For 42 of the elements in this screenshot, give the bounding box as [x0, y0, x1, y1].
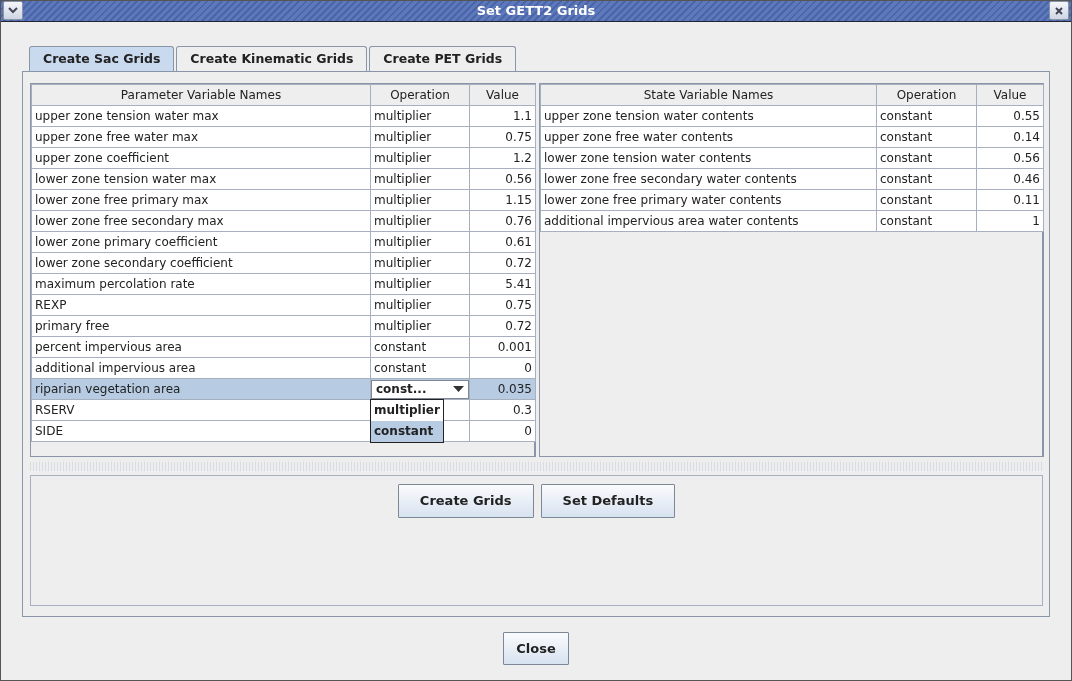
table-cell: riparian vegetation area	[31, 378, 371, 400]
table-cell: upper zone coefficient	[31, 147, 371, 169]
table-cell: percent impervious area	[31, 336, 371, 358]
table-cell: upper zone free water contents	[540, 126, 877, 148]
column-header[interactable]: Operation	[876, 84, 977, 106]
tab[interactable]: Create PET Grids	[369, 45, 517, 72]
window-menu-button[interactable]	[3, 1, 23, 21]
column-header[interactable]: Parameter Variable Names	[31, 84, 371, 106]
table-cell: lower zone tension water max	[31, 168, 371, 190]
close-button[interactable]	[1049, 1, 1069, 21]
table-cell: additional impervious area	[31, 357, 371, 379]
table-cell: maximum percolation rate	[31, 273, 371, 295]
column-header[interactable]: Value	[469, 84, 536, 106]
table-cell: upper zone tension water contents	[540, 105, 877, 127]
tab[interactable]: Create Sac Grids	[29, 45, 175, 72]
table-cell: lower zone free secondary max	[31, 210, 371, 232]
table-cell: lower zone free primary water contents	[540, 189, 877, 211]
column-header[interactable]: State Variable Names	[540, 84, 877, 106]
table-cell: lower zone free secondary water contents	[540, 168, 877, 190]
table-cell: upper zone free water max	[31, 126, 371, 148]
action-button[interactable]: Set Defaults	[540, 484, 676, 518]
table-cell: SIDE	[31, 420, 371, 442]
table-cell: lower zone tension water contents	[540, 147, 877, 169]
table-cell: lower zone primary coefficient	[31, 231, 371, 253]
table-cell: primary free	[31, 315, 371, 337]
table-cell: REXP	[31, 294, 371, 316]
column-header[interactable]: Operation	[370, 84, 470, 106]
chevron-icon	[8, 7, 18, 15]
column-header[interactable]: Value	[976, 84, 1044, 106]
window-title: Set GETT2 Grids	[475, 2, 597, 20]
table-cell: lower zone free primary max	[31, 189, 371, 211]
tab[interactable]: Create Kinematic Grids	[176, 45, 368, 72]
table-cell: additional impervious area water contents	[540, 210, 877, 232]
close-icon	[1055, 6, 1063, 15]
dropdown-option[interactable]: constant	[371, 421, 443, 443]
close-button[interactable]: Close	[503, 631, 569, 666]
table-cell: RSERV	[31, 399, 371, 421]
table-cell: upper zone tension water max	[31, 105, 371, 127]
action-button[interactable]: Create Grids	[397, 484, 534, 518]
table-cell: lower zone secondary coefficient	[31, 252, 371, 274]
dropdown-arrow-icon	[453, 386, 464, 393]
operation-dropdown[interactable]: const...	[371, 379, 469, 399]
